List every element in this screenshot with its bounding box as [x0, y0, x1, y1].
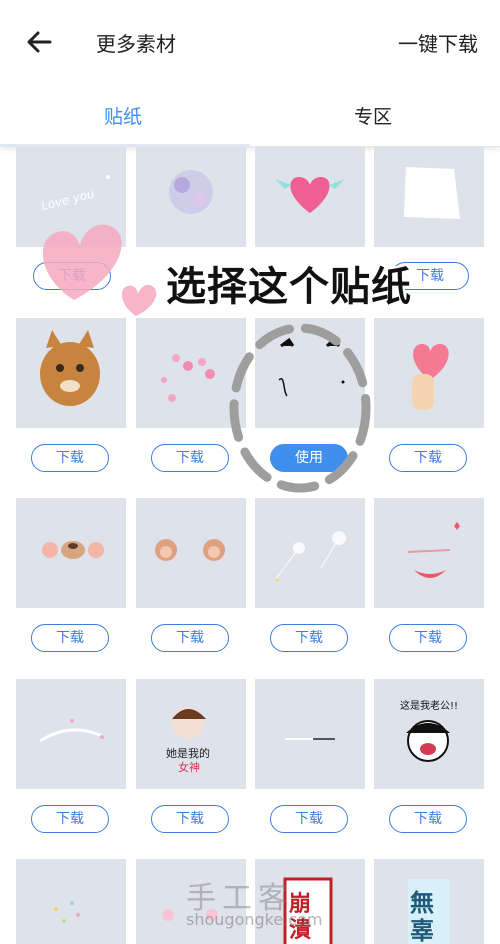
active-tab-indicator	[0, 144, 250, 146]
sticker-thumb[interactable]	[16, 859, 126, 944]
tab-bar: 贴纸 专区	[0, 82, 500, 147]
speechless-sign-text: 無辜	[410, 889, 434, 944]
dashed-circle-highlight	[229, 323, 371, 493]
love-you-text: Love you	[40, 186, 97, 213]
sticker-thumb[interactable]	[16, 498, 126, 608]
top-bar: 更多素材 一键下载	[0, 0, 500, 82]
sticker-thumb[interactable]	[136, 498, 246, 608]
download-button[interactable]: 下载	[31, 805, 109, 833]
sticker-thumb[interactable]: 这是我老公!!	[374, 679, 484, 789]
instruction-overlay-text: 选择这个贴纸	[166, 264, 412, 310]
download-button[interactable]: 下载	[151, 444, 229, 472]
sticker-thumb[interactable]	[255, 498, 365, 608]
page-title: 更多素材	[96, 32, 176, 56]
download-button[interactable]: 下载	[31, 624, 109, 652]
meme-text: 这是我老公!!	[400, 699, 458, 712]
download-button[interactable]: 下载	[270, 805, 348, 833]
download-button[interactable]: 下载	[151, 624, 229, 652]
sticker-thumb[interactable]	[374, 498, 484, 608]
tab-zone[interactable]: 专区	[354, 102, 392, 129]
sticker-thumb[interactable]	[16, 318, 126, 428]
sticker-thumb[interactable]	[374, 147, 484, 247]
goddess-text: 她是我的女神	[166, 746, 210, 774]
sticker-thumb[interactable]	[374, 318, 484, 428]
sticker-thumb[interactable]	[255, 147, 365, 247]
tab-stickers[interactable]: 贴纸	[104, 102, 142, 129]
sticker-thumb[interactable]	[255, 679, 365, 789]
download-button[interactable]: 下载	[389, 805, 467, 833]
pink-heart-doodle	[42, 224, 157, 316]
watermark-sub: shougongke.com	[186, 910, 323, 929]
download-button[interactable]: 下载	[389, 624, 467, 652]
sticker-thumb[interactable]: 她是我的女神	[136, 679, 246, 789]
download-button[interactable]: 下载	[389, 444, 467, 472]
download-button[interactable]: 下载	[151, 805, 229, 833]
back-arrow-icon[interactable]	[24, 26, 56, 58]
download-button[interactable]: 下载	[270, 624, 348, 652]
sticker-thumb[interactable]: 無辜	[374, 859, 484, 944]
download-all-button[interactable]: 一键下载	[398, 28, 478, 57]
download-button[interactable]: 下载	[31, 444, 109, 472]
sticker-thumb[interactable]	[16, 679, 126, 789]
